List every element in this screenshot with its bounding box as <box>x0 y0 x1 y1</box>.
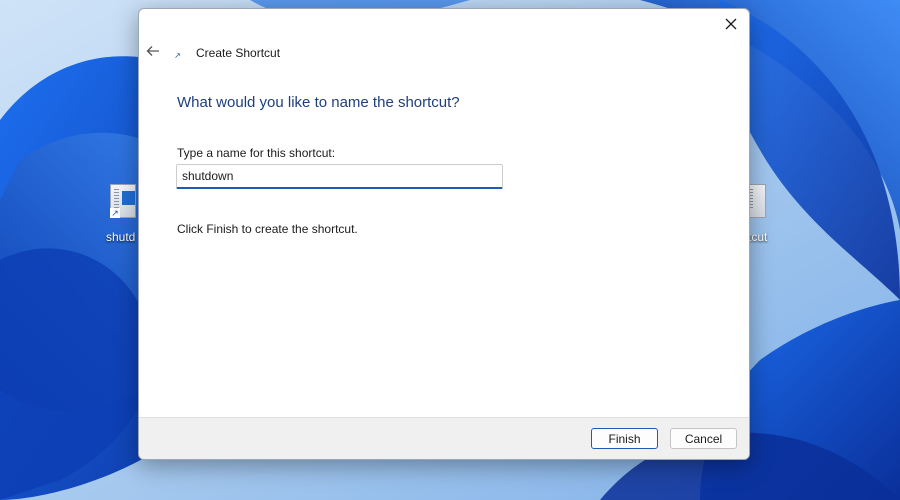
shortcut-wizard-icon: ↗ <box>174 51 181 60</box>
finish-button[interactable]: Finish <box>591 428 658 449</box>
back-arrow-icon <box>146 46 159 56</box>
back-button[interactable] <box>145 43 161 59</box>
desktop-icon-label: shutd <box>106 230 136 244</box>
dialog-footer: Finish Cancel <box>139 417 749 459</box>
cancel-button[interactable]: Cancel <box>670 428 737 449</box>
wizard-title: Create Shortcut <box>196 46 281 60</box>
shortcut-name-label: Type a name for this shortcut: <box>177 146 336 160</box>
shortcut-arrow-icon: ↗ <box>110 208 120 218</box>
close-button[interactable] <box>717 11 745 37</box>
page-heading: What would you like to name the shortcut… <box>177 94 460 111</box>
finish-hint-text: Click Finish to create the shortcut. <box>177 222 358 236</box>
shortcut-name-input[interactable] <box>176 164 503 189</box>
close-icon <box>725 18 737 30</box>
create-shortcut-dialog: ↗ Create Shortcut What would you like to… <box>138 8 750 460</box>
